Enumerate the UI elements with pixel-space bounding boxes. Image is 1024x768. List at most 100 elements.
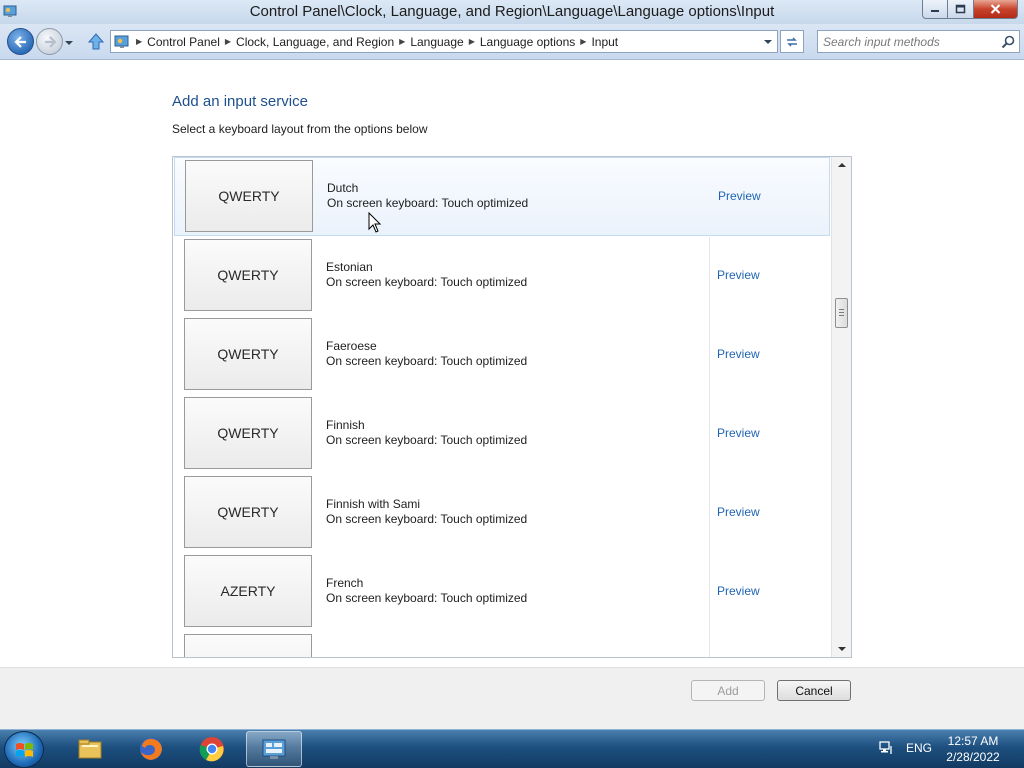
keyboard-layout-tile[interactable] <box>184 634 312 657</box>
taskbar-file-explorer[interactable] <box>62 731 118 767</box>
chevron-right-icon[interactable]: ▶ <box>399 37 405 46</box>
layout-name: Finnish <box>326 418 365 432</box>
chevron-right-icon[interactable]: ▶ <box>136 37 142 46</box>
clock-date: 2/28/2022 <box>946 750 1000 764</box>
network-icon[interactable] <box>878 740 894 756</box>
maximize-button[interactable] <box>948 0 974 19</box>
layout-name: Finnish with Sami <box>326 497 421 511</box>
chrome-icon <box>199 737 224 762</box>
taskbar: ENG 12:57 AM 2/28/2022 <box>0 729 1024 768</box>
taskbar-firefox[interactable] <box>123 731 179 767</box>
preview-link[interactable]: Preview <box>717 584 760 598</box>
cancel-button[interactable]: Cancel <box>777 680 851 701</box>
keyboard-layout-list-items: QWERTY Dutch On screen keyboard: Touch o… <box>173 157 831 657</box>
search-input[interactable] <box>821 33 999 50</box>
keyboard-layout-tile[interactable]: QWERTY <box>184 239 312 311</box>
navigation-bar: ▶ Control Panel ▶ Clock, Language, and R… <box>0 24 1024 60</box>
layout-name: Dutch <box>327 181 359 195</box>
layout-description: On screen keyboard: Touch optimized <box>326 275 528 289</box>
keyboard-layout-tile[interactable]: QWERTY <box>184 397 312 469</box>
taskbar-chrome[interactable] <box>184 731 240 767</box>
refresh-icon <box>787 36 797 47</box>
scroll-up-button[interactable] <box>832 157 851 173</box>
refresh-button[interactable] <box>780 30 804 53</box>
search-box[interactable] <box>817 30 1020 53</box>
recent-pages-dropdown-icon[interactable] <box>64 38 74 48</box>
list-item-finnish-with-sami[interactable]: QWERTY Finnish with Sami On screen keybo… <box>173 473 831 552</box>
file-explorer-icon <box>78 739 102 759</box>
keyboard-layout-tile[interactable]: QWERTY <box>184 318 312 390</box>
address-field[interactable]: ▶ Control Panel ▶ Clock, Language, and R… <box>110 30 778 53</box>
scroll-down-button[interactable] <box>832 641 851 657</box>
scroll-down-arrow-icon <box>837 647 846 651</box>
control-panel-icon <box>262 739 286 759</box>
up-level-icon[interactable] <box>86 32 106 52</box>
window-title: Control Panel\Clock, Language, and Regio… <box>249 3 775 20</box>
preview-link[interactable]: Preview <box>717 268 760 282</box>
breadcrumb-control-panel[interactable]: Control Panel <box>147 35 220 49</box>
mouse-pointer-icon <box>368 212 382 233</box>
keyboard-layout-tile[interactable]: QWERTY <box>184 476 312 548</box>
close-icon <box>990 4 1001 14</box>
breadcrumb-input[interactable]: Input <box>591 35 618 49</box>
scroll-thumb[interactable] <box>835 298 848 328</box>
back-arrow-icon <box>13 35 26 48</box>
keyboard-layout-list[interactable]: QWERTY Dutch On screen keyboard: Touch o… <box>172 156 852 658</box>
main-content: Add an input service Select a keyboard l… <box>0 60 1024 667</box>
page-title: Add an input service <box>172 93 308 110</box>
taskbar-control-panel[interactable] <box>246 731 302 767</box>
keyboard-layout-tile[interactable]: AZERTY <box>184 555 312 627</box>
maximize-icon <box>955 4 966 14</box>
close-button[interactable] <box>974 0 1018 19</box>
preview-link[interactable]: Preview <box>717 347 760 361</box>
breadcrumb-language-options[interactable]: Language options <box>480 35 575 49</box>
list-item-french[interactable]: AZERTY French On screen keyboard: Touch … <box>173 552 831 631</box>
layout-description: On screen keyboard: Touch optimized <box>326 591 528 605</box>
minimize-button[interactable] <box>922 0 948 19</box>
keyboard-layout-tile[interactable]: QWERTY <box>185 160 313 232</box>
clock-time: 12:57 AM <box>947 734 999 748</box>
preview-link[interactable]: Preview <box>717 426 760 440</box>
chevron-right-icon[interactable]: ▶ <box>225 37 231 46</box>
layout-name: Faeroese <box>326 339 377 353</box>
page-instructions: Select a keyboard layout from the option… <box>172 122 428 136</box>
list-item-estonian[interactable]: QWERTY Estonian On screen keyboard: Touc… <box>173 236 831 315</box>
layout-description: On screen keyboard: Touch optimized <box>326 512 528 526</box>
list-scrollbar[interactable] <box>831 157 851 657</box>
firefox-icon <box>140 738 162 760</box>
minimize-icon <box>931 10 939 12</box>
start-button[interactable] <box>4 731 44 768</box>
add-button[interactable]: Add <box>691 680 765 701</box>
system-clock[interactable]: 12:57 AM 2/28/2022 <box>938 733 1008 765</box>
title-bar: Control Panel\Clock, Language, and Regio… <box>0 0 1024 24</box>
scroll-up-arrow-icon <box>837 163 846 167</box>
back-button[interactable] <box>7 28 34 55</box>
layout-name: French <box>326 576 364 590</box>
column-divider <box>709 237 710 657</box>
dialog-footer: Add Cancel <box>0 667 1024 729</box>
breadcrumb-clock-language-region[interactable]: Clock, Language, and Region <box>236 35 394 49</box>
thumb-grip-line <box>839 315 844 316</box>
list-item-dutch[interactable]: QWERTY Dutch On screen keyboard: Touch o… <box>174 157 830 236</box>
layout-description: On screen keyboard: Touch optimized <box>326 433 528 447</box>
forward-arrow-icon <box>44 35 57 48</box>
breadcrumb-language[interactable]: Language <box>410 35 463 49</box>
chevron-right-icon[interactable]: ▶ <box>580 37 586 46</box>
language-indicator[interactable]: ENG <box>906 741 932 755</box>
control-panel-icon <box>114 35 129 48</box>
list-item-partial[interactable] <box>173 631 831 657</box>
list-item-faeroese[interactable]: QWERTY Faeroese On screen keyboard: Touc… <box>173 315 831 394</box>
list-item-finnish[interactable]: QWERTY Finnish On screen keyboard: Touch… <box>173 394 831 473</box>
forward-button[interactable] <box>36 28 63 55</box>
thumb-grip-line <box>839 312 844 313</box>
chevron-right-icon[interactable]: ▶ <box>469 37 475 46</box>
layout-description: On screen keyboard: Touch optimized <box>326 354 528 368</box>
layout-description: On screen keyboard: Touch optimized <box>327 196 529 210</box>
preview-link[interactable]: Preview <box>718 189 761 203</box>
address-dropdown-icon[interactable] <box>763 37 773 47</box>
preview-link[interactable]: Preview <box>717 505 760 519</box>
window-controls <box>922 0 1018 19</box>
thumb-grip-line <box>839 309 844 310</box>
search-icon[interactable] <box>1001 35 1015 49</box>
windows-logo-icon <box>16 743 33 757</box>
